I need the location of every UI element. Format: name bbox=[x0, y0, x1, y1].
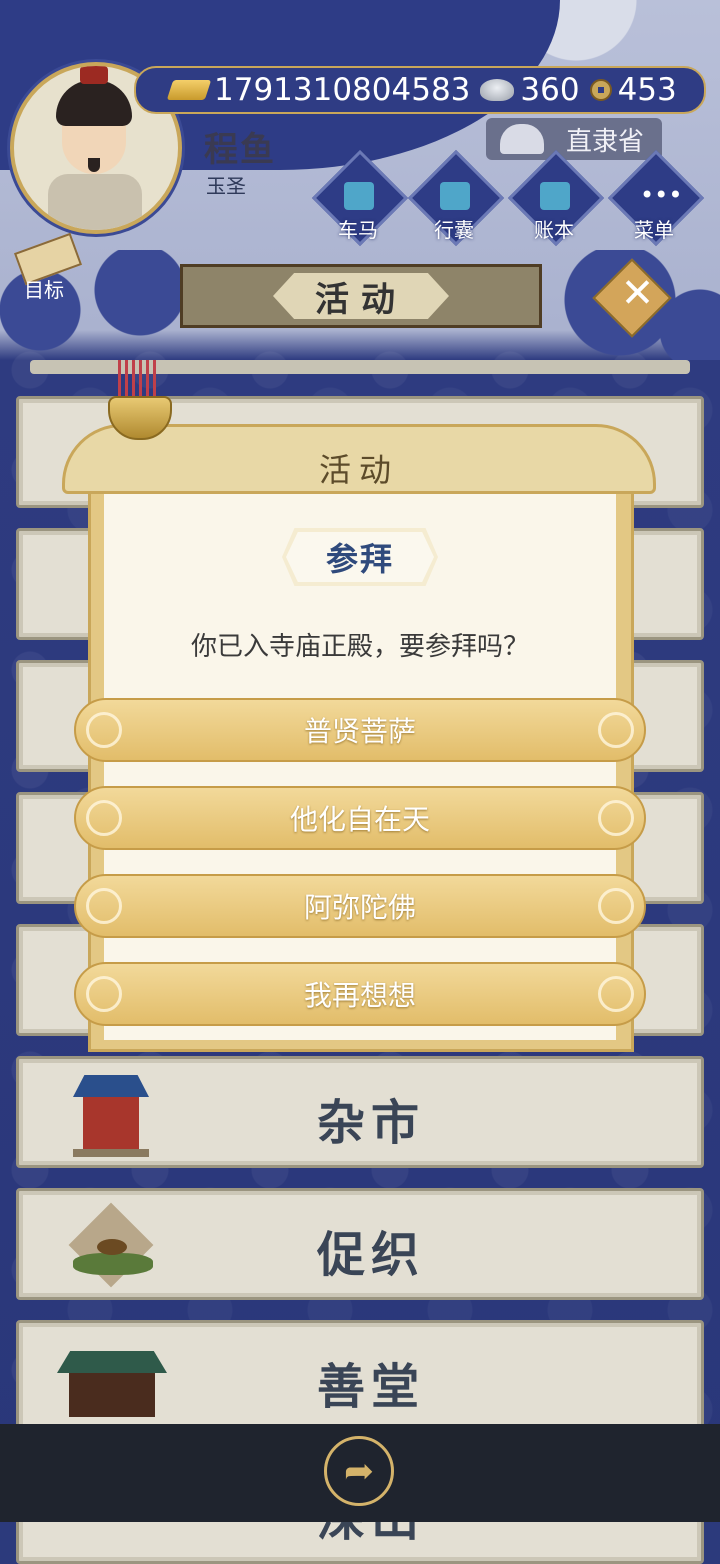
player-name: 程鱼 bbox=[204, 130, 276, 170]
activity-label: 杂市 bbox=[316, 1095, 425, 1151]
silver-ingot-icon bbox=[480, 79, 515, 101]
menu-label: 车马 bbox=[338, 218, 378, 242]
region-button[interactable]: 直隶省 bbox=[486, 118, 662, 160]
cloud-ornament-icon bbox=[86, 976, 122, 1012]
gold-ingot-icon bbox=[166, 80, 212, 100]
option-button-amitabha[interactable]: 阿弥陀佛 bbox=[74, 874, 646, 938]
menu-label: 行囊 bbox=[434, 218, 474, 242]
page-title-plate: 活动 bbox=[273, 273, 449, 319]
modal-header-title: 活动 bbox=[318, 451, 399, 489]
bag-icon bbox=[440, 182, 470, 210]
activity-label: 促织 bbox=[316, 1227, 425, 1283]
option-button-paranirmita[interactable]: 他化自在天 bbox=[74, 786, 646, 850]
menu-button-carriage[interactable]: 车马 bbox=[311, 149, 409, 247]
avatar-hat bbox=[80, 66, 108, 84]
incense-sticks bbox=[118, 360, 158, 400]
goal-button[interactable]: 目标 bbox=[10, 232, 83, 302]
option-label: 普贤菩萨 bbox=[303, 715, 416, 748]
option-button-samantabhadra[interactable]: 普贤菩萨 bbox=[74, 698, 646, 762]
region-hat-icon bbox=[500, 124, 544, 154]
activity-item-market[interactable]: 杂市 bbox=[16, 1056, 704, 1168]
menu-button-more[interactable]: ••• 菜单 bbox=[607, 149, 705, 247]
ledger-icon bbox=[540, 182, 570, 210]
more-icon: ••• bbox=[640, 181, 683, 209]
avatar-robe bbox=[48, 174, 142, 230]
activity-item-charity-hall[interactable]: 善堂 bbox=[16, 1320, 704, 1432]
option-label: 阿弥陀佛 bbox=[303, 891, 416, 924]
avatar-hair bbox=[56, 80, 132, 126]
menu-label: 账本 bbox=[534, 218, 574, 242]
share-button[interactable]: ➦ bbox=[324, 1436, 394, 1506]
share-icon: ➦ bbox=[343, 1450, 375, 1492]
menu-button-ledger[interactable]: 账本 bbox=[507, 149, 605, 247]
option-label: 他化自在天 bbox=[289, 803, 430, 836]
activity-label: 善堂 bbox=[316, 1359, 425, 1415]
cloud-ornament-icon bbox=[598, 888, 634, 924]
cloud-ornament-icon bbox=[598, 800, 634, 836]
gold-amount: 1791310804583 bbox=[214, 72, 471, 108]
option-label: 我再想想 bbox=[303, 979, 416, 1012]
cloud-ornament-icon bbox=[86, 712, 122, 748]
copper-coin-icon bbox=[589, 79, 612, 101]
menu-button-bag[interactable]: 行囊 bbox=[407, 149, 505, 247]
modal-subtitle: 参拜 bbox=[325, 540, 394, 578]
cloud-ornament-icon bbox=[598, 712, 634, 748]
option-button-think-again[interactable]: 我再想想 bbox=[74, 962, 646, 1026]
page-title: 活动 bbox=[315, 279, 407, 320]
avatar-beard bbox=[88, 158, 100, 172]
player-title: 玉圣 bbox=[206, 174, 246, 198]
silver-amount: 360 bbox=[520, 72, 580, 108]
cloud-ornament-icon bbox=[86, 888, 122, 924]
modal-question: 你已入寺庙正殿，要参拜吗？ bbox=[190, 632, 529, 662]
region-label: 直隶省 bbox=[565, 126, 644, 157]
activity-item-cricket[interactable]: 促织 bbox=[16, 1188, 704, 1300]
incense-burner-icon bbox=[100, 360, 176, 444]
close-icon: ✕ bbox=[620, 270, 655, 317]
coin-amount: 453 bbox=[617, 72, 677, 108]
goal-label: 目标 bbox=[24, 278, 64, 302]
incense-pot bbox=[108, 396, 172, 440]
cloud-ornament-icon bbox=[598, 976, 634, 1012]
cloud-ornament-icon bbox=[86, 800, 122, 836]
modal-subtitle-plate: 参拜 bbox=[286, 532, 434, 582]
carriage-icon bbox=[344, 182, 374, 210]
page-title-banner: 活动 bbox=[180, 264, 542, 328]
menu-label: 菜单 bbox=[634, 218, 674, 242]
currency-bar: 1791310804583 360 453 bbox=[134, 66, 706, 114]
